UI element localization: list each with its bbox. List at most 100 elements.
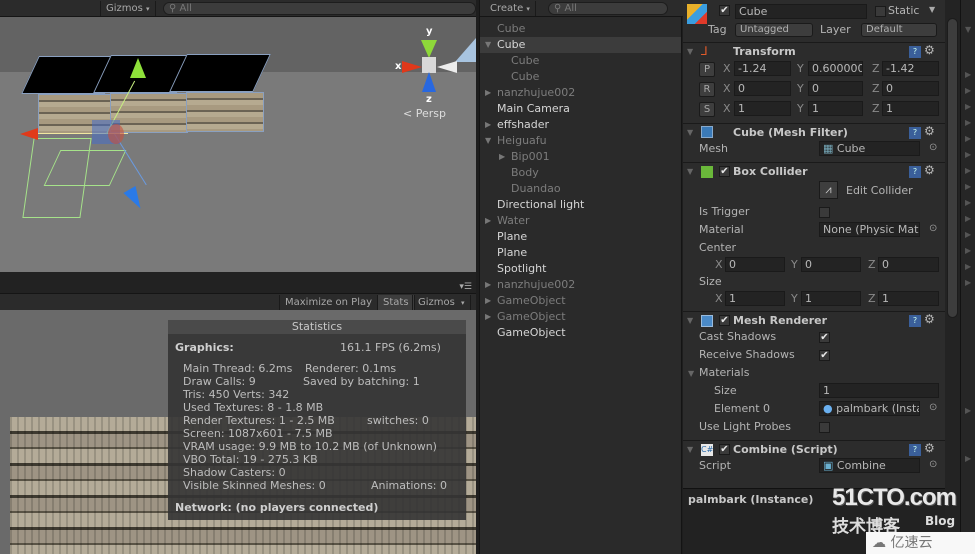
hierarchy-item[interactable]: ▶ Bip001 — [480, 149, 681, 165]
help-icon[interactable]: ? — [909, 444, 921, 456]
size-y-field[interactable]: 1 — [801, 291, 861, 306]
arrow-right-icon[interactable]: ▶ — [965, 118, 971, 127]
combine-enabled-checkbox[interactable]: ✔ — [719, 444, 730, 455]
collapse-arrow-icon[interactable]: ▼ — [687, 128, 693, 137]
move-gizmo-y-arrow[interactable] — [130, 58, 146, 78]
center-y-field[interactable]: 0 — [801, 257, 861, 272]
gear-icon[interactable]: ⚙ — [924, 312, 935, 326]
hierarchy-item[interactable]: ▶ effshader — [480, 117, 681, 133]
expand-arrow-right-icon[interactable]: ▶ — [485, 293, 491, 309]
object-picker-icon[interactable]: ⊙ — [929, 402, 937, 413]
reset-position-button[interactable]: P — [699, 62, 715, 77]
help-icon[interactable]: ? — [909, 46, 921, 58]
combine-script-header[interactable]: ▼ C# ✔ Combine (Script) ? ⚙ — [683, 440, 945, 458]
arrow-right-icon[interactable]: ▶ — [965, 214, 971, 223]
orientation-y-cone[interactable] — [421, 40, 437, 58]
object-picker-icon[interactable]: ⊙ — [929, 223, 937, 234]
expand-arrow-right-icon[interactable]: ▶ — [485, 117, 491, 133]
scale-z-field[interactable]: 1 — [882, 101, 939, 116]
hierarchy-item[interactable]: ▼ Heiguafu — [480, 133, 681, 149]
center-x-field[interactable]: 0 — [725, 257, 785, 272]
transform-header[interactable]: ▼ ⅃ Transform ? ⚙ — [683, 42, 945, 60]
gear-icon[interactable]: ⚙ — [924, 163, 935, 177]
hierarchy-item[interactable]: Cube — [480, 53, 681, 69]
material-object-field[interactable]: None (Physic Material) — [819, 222, 920, 237]
static-checkbox[interactable] — [875, 6, 886, 17]
static-dropdown-icon[interactable]: ▼ — [929, 5, 935, 14]
hierarchy-item[interactable]: ▼ Cube — [480, 37, 681, 53]
move-gizmo-plane-handle-red[interactable] — [108, 124, 124, 144]
game-gizmos-toggle[interactable]: Gizmos ▾ — [412, 295, 471, 310]
tag-dropdown[interactable]: Untagged — [735, 23, 813, 37]
arrow-right-icon[interactable]: ▶ — [965, 278, 971, 287]
mesh-filter-header[interactable]: ▼ Cube (Mesh Filter) ? ⚙ — [683, 123, 945, 141]
gear-icon[interactable]: ⚙ — [924, 124, 935, 138]
mesh-renderer-enabled-checkbox[interactable]: ✔ — [719, 315, 730, 326]
gear-icon[interactable]: ⚙ — [924, 441, 935, 455]
hierarchy-item[interactable]: Body — [480, 165, 681, 181]
is-trigger-checkbox[interactable] — [819, 207, 830, 218]
hierarchy-item[interactable]: GameObject — [480, 325, 681, 341]
gameobject-name-input[interactable]: Cube — [735, 4, 867, 19]
arrow-right-icon[interactable]: ▶ — [965, 86, 971, 95]
arrow-right-icon[interactable]: ▶ — [965, 70, 971, 79]
arrow-right-icon[interactable]: ▶ — [965, 150, 971, 159]
rotation-z-field[interactable]: 0 — [882, 81, 939, 96]
edit-collider-button[interactable]: ⩘ — [819, 181, 838, 199]
expand-arrow-right-icon[interactable]: ▶ — [485, 85, 491, 101]
arrow-right-icon[interactable]: ▶ — [965, 198, 971, 207]
orientation-x-cone[interactable] — [402, 61, 422, 73]
expand-arrow-right-icon[interactable]: ▶ — [485, 277, 491, 293]
reset-scale-button[interactable]: S — [699, 102, 715, 117]
center-z-field[interactable]: 0 — [878, 257, 939, 272]
gameobject-active-checkbox[interactable]: ✔ — [719, 5, 730, 16]
stats-toggle[interactable]: Stats — [377, 295, 415, 310]
expand-arrow-down-icon[interactable]: ▼ — [485, 37, 491, 53]
move-gizmo-x-arrow[interactable] — [20, 128, 38, 140]
help-icon[interactable]: ? — [909, 127, 921, 139]
hierarchy-item[interactable]: ▶ GameObject — [480, 309, 681, 325]
panel-menu-icon[interactable]: ▾☰ — [459, 282, 472, 292]
hierarchy-item[interactable]: Plane — [480, 245, 681, 261]
hierarchy-item[interactable]: Main Camera — [480, 101, 681, 117]
hierarchy-item[interactable]: ▶ Water — [480, 213, 681, 229]
scene-cube-3[interactable] — [169, 54, 271, 132]
arrow-right-icon[interactable]: ▶ — [965, 102, 971, 111]
box-collider-enabled-checkbox[interactable]: ✔ — [719, 166, 730, 177]
hierarchy-item[interactable]: Spotlight — [480, 261, 681, 277]
rotation-y-field[interactable]: 0 — [808, 81, 863, 96]
arrow-right-icon[interactable]: ▶ — [965, 454, 971, 463]
collapse-arrow-icon[interactable]: ▼ — [687, 47, 693, 56]
scale-x-field[interactable]: 1 — [734, 101, 791, 116]
help-icon[interactable]: ? — [909, 315, 921, 327]
collapse-arrow-icon[interactable]: ▼ — [687, 167, 693, 176]
maximize-on-play-toggle[interactable]: Maximize on Play — [279, 295, 379, 310]
position-x-field[interactable]: -1.24 — [734, 61, 791, 76]
layer-dropdown[interactable]: Default — [861, 23, 937, 37]
expand-arrow-right-icon[interactable]: ▶ — [485, 213, 491, 229]
orientation-center-cube[interactable] — [422, 57, 436, 73]
object-picker-icon[interactable]: ⊙ — [929, 459, 937, 470]
expand-arrow-down-icon[interactable]: ▼ — [485, 133, 491, 149]
box-collider-header[interactable]: ▼ ✔ Box Collider ? ⚙ — [683, 162, 945, 180]
hierarchy-item[interactable]: Cube — [480, 21, 681, 37]
create-dropdown[interactable]: Create ▾ — [485, 1, 536, 16]
mesh-renderer-header[interactable]: ▼ ✔ Mesh Renderer ? ⚙ — [683, 311, 945, 329]
receive-shadows-checkbox[interactable]: ✔ — [819, 350, 830, 361]
hierarchy-item[interactable]: ▶ GameObject — [480, 293, 681, 309]
arrow-down-icon[interactable]: ▼ — [965, 25, 971, 34]
size-x-field[interactable]: 1 — [725, 291, 785, 306]
gear-icon[interactable]: ⚙ — [924, 43, 935, 57]
help-icon[interactable]: ? — [909, 166, 921, 178]
arrow-right-icon[interactable]: ▶ — [965, 230, 971, 239]
hierarchy-item[interactable]: Cube — [480, 69, 681, 85]
collapse-arrow-icon[interactable]: ▼ — [687, 445, 693, 454]
mesh-object-field[interactable]: ▦ Cube — [819, 141, 920, 156]
reset-rotation-button[interactable]: R — [699, 82, 715, 97]
cast-shadows-checkbox[interactable]: ✔ — [819, 332, 830, 343]
arrow-right-icon[interactable]: ▶ — [965, 182, 971, 191]
size-z-field[interactable]: 1 — [878, 291, 939, 306]
hierarchy-item[interactable]: ▶ nanzhujue002 — [480, 85, 681, 101]
materials-size-field[interactable]: 1 — [819, 383, 939, 398]
hierarchy-item[interactable]: Directional light — [480, 197, 681, 213]
